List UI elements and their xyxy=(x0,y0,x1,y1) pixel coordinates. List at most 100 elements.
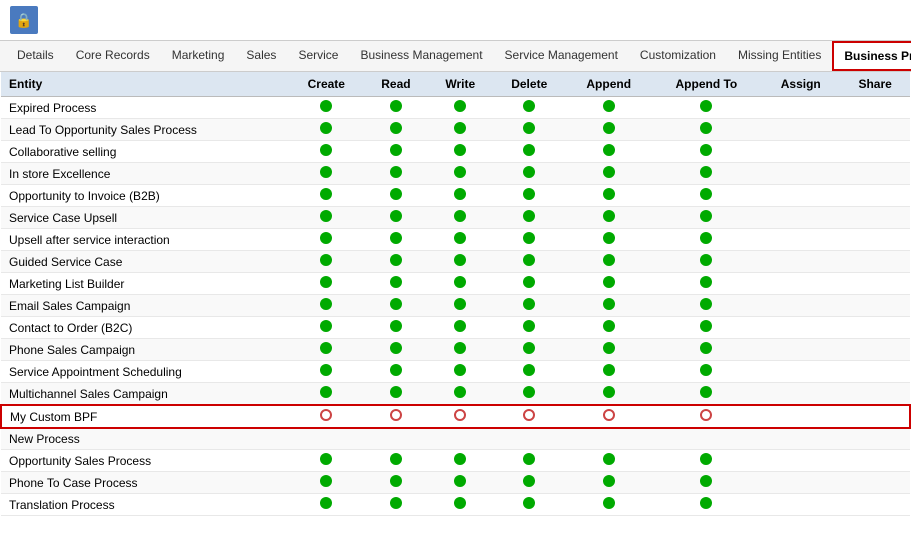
permission-cell-create[interactable] xyxy=(289,163,364,185)
permission-cell-delete[interactable] xyxy=(493,251,566,273)
permission-cell-write[interactable] xyxy=(428,472,493,494)
permission-cell-assign[interactable] xyxy=(761,405,840,428)
permission-cell-append_to[interactable] xyxy=(652,317,762,339)
permission-cell-create[interactable] xyxy=(289,273,364,295)
permission-cell-assign[interactable] xyxy=(761,317,840,339)
permission-cell-assign[interactable] xyxy=(761,141,840,163)
permission-cell-share[interactable] xyxy=(840,251,910,273)
permission-cell-assign[interactable] xyxy=(761,97,840,119)
permission-cell-append_to[interactable] xyxy=(652,229,762,251)
permission-cell-read[interactable] xyxy=(364,339,428,361)
permission-cell-append_to[interactable] xyxy=(652,428,762,450)
permission-cell-delete[interactable] xyxy=(493,405,566,428)
permission-cell-delete[interactable] xyxy=(493,472,566,494)
permission-cell-assign[interactable] xyxy=(761,383,840,406)
permission-cell-append[interactable] xyxy=(566,273,652,295)
permission-cell-assign[interactable] xyxy=(761,295,840,317)
permission-cell-read[interactable] xyxy=(364,472,428,494)
permission-cell-write[interactable] xyxy=(428,295,493,317)
tab-core-records[interactable]: Core Records xyxy=(65,41,161,71)
tab-service[interactable]: Service xyxy=(287,41,349,71)
permission-cell-share[interactable] xyxy=(840,383,910,406)
permission-cell-assign[interactable] xyxy=(761,229,840,251)
permission-cell-create[interactable] xyxy=(289,494,364,516)
permission-cell-read[interactable] xyxy=(364,97,428,119)
tab-sales[interactable]: Sales xyxy=(235,41,287,71)
permission-cell-share[interactable] xyxy=(840,207,910,229)
permission-cell-delete[interactable] xyxy=(493,119,566,141)
permission-cell-append[interactable] xyxy=(566,251,652,273)
permission-cell-read[interactable] xyxy=(364,163,428,185)
permission-cell-read[interactable] xyxy=(364,428,428,450)
permission-cell-create[interactable] xyxy=(289,472,364,494)
permission-cell-share[interactable] xyxy=(840,472,910,494)
permission-cell-append[interactable] xyxy=(566,119,652,141)
permission-cell-share[interactable] xyxy=(840,229,910,251)
permission-cell-read[interactable] xyxy=(364,119,428,141)
permission-cell-write[interactable] xyxy=(428,229,493,251)
permission-cell-create[interactable] xyxy=(289,383,364,406)
permission-cell-append[interactable] xyxy=(566,207,652,229)
permission-cell-create[interactable] xyxy=(289,97,364,119)
permission-cell-append[interactable] xyxy=(566,405,652,428)
permission-cell-create[interactable] xyxy=(289,339,364,361)
permission-cell-append[interactable] xyxy=(566,428,652,450)
permission-cell-append[interactable] xyxy=(566,494,652,516)
permission-cell-read[interactable] xyxy=(364,317,428,339)
permission-cell-delete[interactable] xyxy=(493,273,566,295)
permission-cell-assign[interactable] xyxy=(761,428,840,450)
tab-details[interactable]: Details xyxy=(6,41,65,71)
permission-cell-append_to[interactable] xyxy=(652,163,762,185)
permission-cell-share[interactable] xyxy=(840,405,910,428)
permission-cell-read[interactable] xyxy=(364,207,428,229)
permission-cell-create[interactable] xyxy=(289,251,364,273)
permission-cell-append_to[interactable] xyxy=(652,405,762,428)
permission-cell-write[interactable] xyxy=(428,450,493,472)
permission-cell-append_to[interactable] xyxy=(652,185,762,207)
permission-cell-append_to[interactable] xyxy=(652,383,762,406)
permission-cell-read[interactable] xyxy=(364,295,428,317)
permission-cell-append[interactable] xyxy=(566,229,652,251)
permission-cell-append[interactable] xyxy=(566,295,652,317)
permission-cell-read[interactable] xyxy=(364,229,428,251)
permission-cell-read[interactable] xyxy=(364,185,428,207)
permission-cell-read[interactable] xyxy=(364,361,428,383)
permission-cell-share[interactable] xyxy=(840,361,910,383)
permission-cell-share[interactable] xyxy=(840,339,910,361)
permission-cell-assign[interactable] xyxy=(761,273,840,295)
permission-cell-write[interactable] xyxy=(428,141,493,163)
permission-cell-create[interactable] xyxy=(289,295,364,317)
permission-cell-share[interactable] xyxy=(840,119,910,141)
permission-cell-append_to[interactable] xyxy=(652,97,762,119)
permission-cell-create[interactable] xyxy=(289,428,364,450)
permission-cell-delete[interactable] xyxy=(493,317,566,339)
permission-cell-append_to[interactable] xyxy=(652,141,762,163)
permission-cell-write[interactable] xyxy=(428,207,493,229)
permission-cell-append_to[interactable] xyxy=(652,472,762,494)
permission-cell-append_to[interactable] xyxy=(652,119,762,141)
permission-cell-read[interactable] xyxy=(364,273,428,295)
permission-cell-read[interactable] xyxy=(364,494,428,516)
permission-cell-append[interactable] xyxy=(566,361,652,383)
permission-cell-read[interactable] xyxy=(364,141,428,163)
permission-cell-append[interactable] xyxy=(566,383,652,406)
permission-cell-delete[interactable] xyxy=(493,141,566,163)
tab-service-management[interactable]: Service Management xyxy=(494,41,629,71)
permission-cell-share[interactable] xyxy=(840,141,910,163)
permission-cell-delete[interactable] xyxy=(493,428,566,450)
tab-marketing[interactable]: Marketing xyxy=(161,41,236,71)
permission-cell-delete[interactable] xyxy=(493,229,566,251)
permission-cell-read[interactable] xyxy=(364,251,428,273)
permission-cell-append_to[interactable] xyxy=(652,273,762,295)
permission-cell-create[interactable] xyxy=(289,229,364,251)
permission-cell-append[interactable] xyxy=(566,317,652,339)
tab-business-process-flows[interactable]: Business Process Flows xyxy=(832,41,911,71)
permission-cell-write[interactable] xyxy=(428,361,493,383)
permission-cell-create[interactable] xyxy=(289,141,364,163)
tab-missing-entities[interactable]: Missing Entities xyxy=(727,41,832,71)
permission-cell-append_to[interactable] xyxy=(652,251,762,273)
permission-cell-assign[interactable] xyxy=(761,119,840,141)
permission-cell-share[interactable] xyxy=(840,185,910,207)
permission-cell-delete[interactable] xyxy=(493,450,566,472)
permission-cell-read[interactable] xyxy=(364,450,428,472)
